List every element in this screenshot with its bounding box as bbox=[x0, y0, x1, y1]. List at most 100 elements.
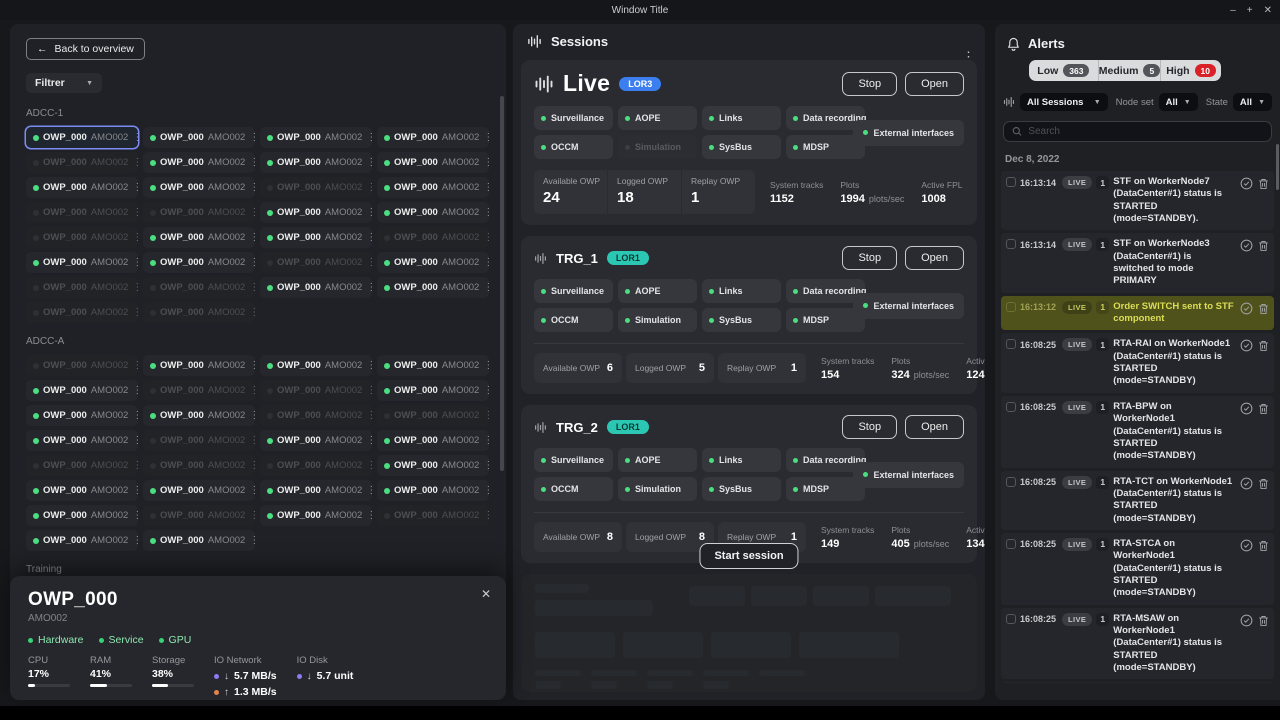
owp-item[interactable]: OWP_000AMO002⋮ bbox=[26, 252, 138, 273]
owp-item[interactable]: OWP_000AMO002⋮ bbox=[260, 355, 372, 376]
tag-chip-links[interactable]: Links bbox=[702, 106, 781, 130]
owp-item[interactable]: OWP_000AMO002⋮ bbox=[143, 455, 255, 476]
stop-button[interactable]: Stop bbox=[842, 415, 897, 439]
minimize-button[interactable]: – bbox=[1230, 5, 1236, 16]
owp-item[interactable]: OWP_000AMO002⋮ bbox=[26, 430, 138, 451]
kebab-menu-icon[interactable]: ⋮ bbox=[132, 361, 142, 371]
tag-chip-sysbus[interactable]: SysBus bbox=[702, 308, 781, 332]
owp-item[interactable]: OWP_000AMO002⋮ bbox=[26, 455, 138, 476]
owp-item[interactable]: OWP_000AMO002⋮ bbox=[377, 227, 489, 248]
alert-checkbox[interactable] bbox=[1006, 239, 1016, 249]
severity-medium-segment[interactable]: Medium 5 bbox=[1098, 60, 1160, 81]
kebab-menu-icon[interactable]: ⋮ bbox=[483, 361, 493, 371]
external-interfaces-chip[interactable]: External interfaces bbox=[853, 293, 964, 319]
alert-row[interactable]: 16:08:25LIVE1RTA-STCA on WorkerNode1 (Da… bbox=[1001, 533, 1274, 605]
tag-chip-aope[interactable]: AOPE bbox=[618, 106, 697, 130]
kebab-menu-icon[interactable]: ⋮ bbox=[483, 158, 493, 168]
owp-item[interactable]: OWP_000AMO002⋮ bbox=[143, 480, 255, 501]
owp-item[interactable]: OWP_000AMO002⋮ bbox=[260, 277, 372, 298]
alert-row[interactable]: 16:08:25LIVE1STF on WorkerNode1 (DataCen… bbox=[1001, 682, 1274, 683]
kebab-menu-icon[interactable]: ⋮ bbox=[483, 411, 493, 421]
owp-item[interactable]: OWP_000AMO002⋮ bbox=[377, 380, 489, 401]
kebab-menu-icon[interactable]: ⋮ bbox=[249, 233, 259, 243]
alert-row[interactable]: 16:08:25LIVE1RTA-BPW on WorkerNode1 (Dat… bbox=[1001, 396, 1274, 468]
owp-item[interactable]: OWP_000AMO002⋮ bbox=[143, 380, 255, 401]
kebab-menu-icon[interactable]: ⋮ bbox=[132, 158, 142, 168]
kebab-menu-icon[interactable]: ⋮ bbox=[249, 436, 259, 446]
kebab-menu-icon[interactable]: ⋮ bbox=[483, 258, 493, 268]
owp-item[interactable]: OWP_000AMO002⋮ bbox=[260, 177, 372, 198]
acknowledge-icon[interactable] bbox=[1240, 302, 1253, 320]
filter-dropdown[interactable]: Filtrer ▼ bbox=[26, 73, 102, 93]
kebab-menu-icon[interactable]: ⋮ bbox=[366, 233, 376, 243]
tag-chip-surveillance[interactable]: Surveillance bbox=[534, 279, 613, 303]
owp-item[interactable]: OWP_000AMO002⋮ bbox=[260, 202, 372, 223]
tag-chip-surveillance[interactable]: Surveillance bbox=[534, 448, 613, 472]
trash-icon[interactable] bbox=[1258, 614, 1269, 632]
acknowledge-icon[interactable] bbox=[1240, 239, 1253, 257]
trash-icon[interactable] bbox=[1258, 477, 1269, 495]
alert-row[interactable]: 16:13:12LIVE1Order SWITCH sent to STF co… bbox=[1001, 296, 1274, 331]
acknowledge-icon[interactable] bbox=[1240, 614, 1253, 632]
owp-item[interactable]: OWP_000AMO002⋮ bbox=[377, 430, 489, 451]
acknowledge-icon[interactable] bbox=[1240, 339, 1253, 357]
kebab-menu-icon[interactable]: ⋮ bbox=[249, 536, 259, 546]
open-button[interactable]: Open bbox=[905, 246, 964, 270]
owp-item[interactable]: OWP_000AMO002⋮ bbox=[377, 480, 489, 501]
kebab-menu-icon[interactable]: ⋮ bbox=[483, 233, 493, 243]
owp-item[interactable]: OWP_000AMO002⋮ bbox=[377, 252, 489, 273]
stop-button[interactable]: Stop bbox=[842, 72, 897, 96]
kebab-menu-icon[interactable]: ⋮ bbox=[483, 283, 493, 293]
kebab-menu-icon[interactable]: ⋮ bbox=[366, 133, 376, 143]
kebab-menu-icon[interactable]: ⋮ bbox=[249, 411, 259, 421]
owp-item[interactable]: OWP_000AMO002⋮ bbox=[260, 405, 372, 426]
owp-item[interactable]: OWP_000AMO002⋮ bbox=[260, 380, 372, 401]
node-set-dropdown[interactable]: All ▼ bbox=[1159, 93, 1198, 111]
owp-item[interactable]: OWP_000AMO002⋮ bbox=[377, 505, 489, 526]
kebab-menu-icon[interactable]: ⋮ bbox=[132, 486, 142, 496]
trash-icon[interactable] bbox=[1258, 239, 1269, 257]
kebab-menu-icon[interactable]: ⋮ bbox=[132, 308, 142, 318]
alert-row[interactable]: 16:13:14LIVE1STF on WorkerNode7 (DataCen… bbox=[1001, 171, 1274, 230]
state-dropdown[interactable]: All ▼ bbox=[1233, 93, 1272, 111]
owp-item[interactable]: OWP_000AMO002⋮ bbox=[26, 505, 138, 526]
alert-row[interactable]: 16:13:14LIVE1STF on WorkerNode3 (DataCen… bbox=[1001, 233, 1274, 292]
alert-row[interactable]: 16:08:25LIVE1RTA-RAI on WorkerNode1 (Dat… bbox=[1001, 333, 1274, 392]
owp-item[interactable]: OWP_000AMO002⋮ bbox=[143, 202, 255, 223]
kebab-menu-icon[interactable]: ⋮ bbox=[366, 361, 376, 371]
owp-item[interactable]: OWP_000AMO002⋮ bbox=[377, 127, 489, 148]
owp-item[interactable]: OWP_000AMO002⋮ bbox=[143, 227, 255, 248]
kebab-menu-icon[interactable]: ⋮ bbox=[132, 183, 142, 193]
owp-item[interactable]: OWP_000AMO002⋮ bbox=[26, 355, 138, 376]
owp-item[interactable]: OWP_000AMO002⋮ bbox=[143, 252, 255, 273]
kebab-menu-icon[interactable]: ⋮ bbox=[483, 208, 493, 218]
kebab-menu-icon[interactable]: ⋮ bbox=[366, 386, 376, 396]
kebab-menu-icon[interactable]: ⋮ bbox=[132, 411, 142, 421]
owp-item[interactable]: OWP_000AMO002⋮ bbox=[143, 405, 255, 426]
alert-checkbox[interactable] bbox=[1006, 177, 1016, 187]
tag-chip-surveillance[interactable]: Surveillance bbox=[534, 106, 613, 130]
open-button[interactable]: Open bbox=[905, 415, 964, 439]
kebab-menu-icon[interactable]: ⋮ bbox=[249, 283, 259, 293]
kebab-menu-icon[interactable]: ⋮ bbox=[132, 536, 142, 546]
acknowledge-icon[interactable] bbox=[1240, 402, 1253, 420]
owp-item[interactable]: OWP_000AMO002⋮ bbox=[377, 177, 489, 198]
external-interfaces-chip[interactable]: External interfaces bbox=[853, 462, 964, 488]
owp-item[interactable]: OWP_000AMO002⋮ bbox=[26, 302, 138, 323]
kebab-menu-icon[interactable]: ⋮ bbox=[132, 208, 142, 218]
owp-item[interactable]: OWP_000AMO002⋮ bbox=[26, 480, 138, 501]
tag-chip-aope[interactable]: AOPE bbox=[618, 279, 697, 303]
kebab-menu-icon[interactable]: ⋮ bbox=[249, 133, 259, 143]
owp-item[interactable]: OWP_000AMO002⋮ bbox=[377, 152, 489, 173]
trash-icon[interactable] bbox=[1258, 539, 1269, 557]
owp-item[interactable]: OWP_000AMO002⋮ bbox=[143, 302, 255, 323]
tag-chip-simulation[interactable]: Simulation bbox=[618, 308, 697, 332]
owp-item[interactable]: OWP_000AMO002⋮ bbox=[143, 430, 255, 451]
owp-item[interactable]: OWP_000AMO002⋮ bbox=[377, 405, 489, 426]
kebab-menu-icon[interactable]: ⋮ bbox=[132, 133, 142, 143]
owp-item[interactable]: OWP_000AMO002⋮ bbox=[143, 355, 255, 376]
owp-item[interactable]: OWP_000AMO002⋮ bbox=[26, 127, 138, 148]
kebab-menu-icon[interactable]: ⋮ bbox=[132, 386, 142, 396]
kebab-menu-icon[interactable]: ⋮ bbox=[366, 183, 376, 193]
owp-item[interactable]: OWP_000AMO002⋮ bbox=[143, 177, 255, 198]
